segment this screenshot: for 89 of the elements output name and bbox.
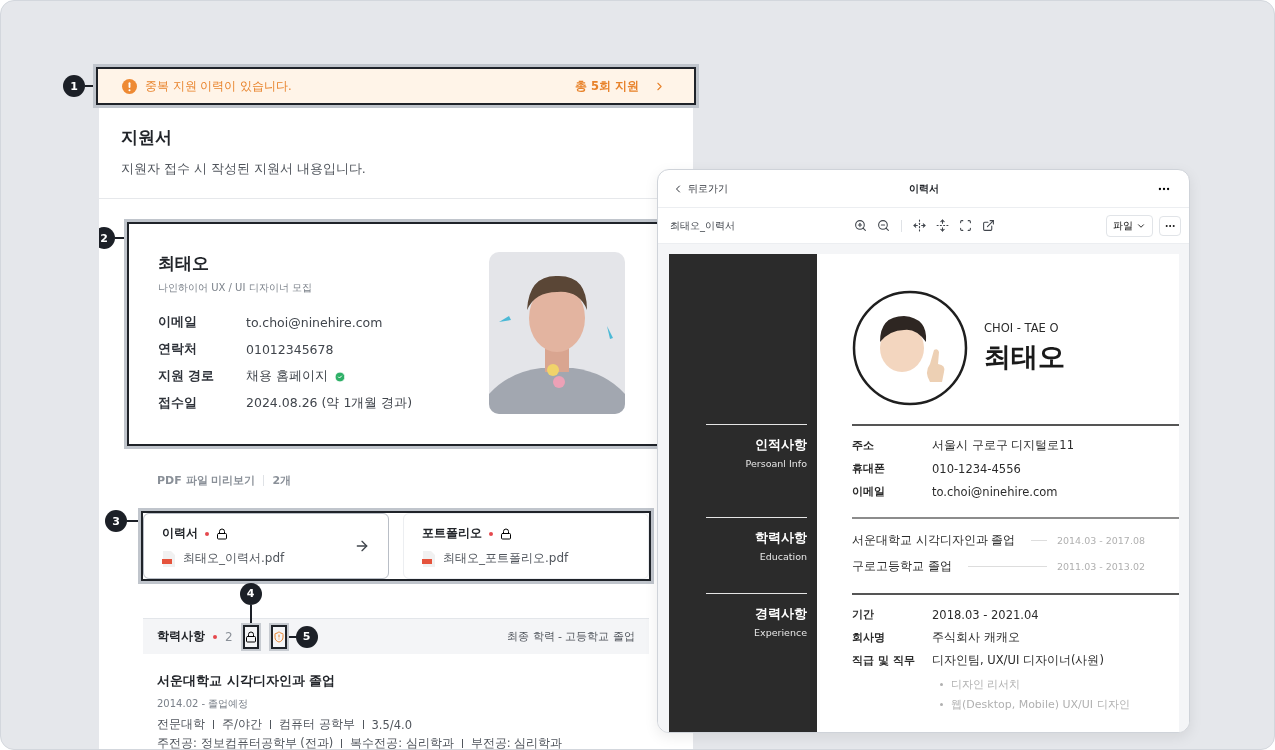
pdf-preview-label: PDF 파일 미리보기 xyxy=(157,473,256,488)
file-card[interactable]: 이력서 최태오_이력서.pdf xyxy=(143,513,389,579)
field-label: 연락처 xyxy=(158,341,198,358)
zoom-out-icon xyxy=(877,219,890,232)
education-dates: 2014.03 - 2017.08 xyxy=(1056,534,1145,546)
field-value: 2024.08.26 (약 1개월 경과) xyxy=(246,395,413,412)
major-detail: 복수전공: 심리학과 xyxy=(350,736,454,749)
zoom-out-button[interactable] xyxy=(875,217,892,234)
resume-field-label: 휴대폰 xyxy=(852,461,886,476)
file-title: 포트폴리오 xyxy=(422,525,482,542)
education-detail: 컴퓨터 공학부 xyxy=(278,717,355,732)
field-value: 01012345678 xyxy=(246,342,334,357)
fit-height-button[interactable] xyxy=(934,217,951,234)
page-subtitle: 지원자 접수 시 작성된 지원서 내용입니다. xyxy=(121,161,367,178)
section-count: 2 xyxy=(225,629,233,644)
file-title: 이력서 xyxy=(162,525,198,542)
duty-item: 디자인 리서치 xyxy=(951,676,1021,692)
resume-field-value: 2018.03 - 2021.04 xyxy=(932,607,1039,622)
shield-alert-icon xyxy=(272,630,285,643)
school-name: 서운대학교 시각디자인과 졸업 xyxy=(157,672,337,690)
zoom-in-icon xyxy=(854,219,867,232)
resume-section-subtitle: Experience xyxy=(754,627,807,638)
document-name: 최태오_이력서 xyxy=(670,218,736,233)
file-menu-button[interactable]: 파일 xyxy=(1106,214,1153,237)
resume-section-title: 경력사항 xyxy=(755,606,807,623)
resume-field-label: 직급 및 직무 xyxy=(852,653,916,668)
resume-field-label: 이메일 xyxy=(852,484,886,499)
resume-field-label: 기간 xyxy=(852,607,875,622)
callout-number: 1 xyxy=(63,75,85,97)
resume-name-english: CHOI - TAE O xyxy=(984,321,1060,335)
education-period: 2014.02 - 졸업예정 xyxy=(157,697,250,711)
field-label: 접수일 xyxy=(158,395,198,412)
zoom-in-button[interactable] xyxy=(852,217,869,234)
resume-field-value: 서울시 구로구 디지털로11 xyxy=(932,438,1074,453)
alert-icon xyxy=(122,78,137,94)
back-link[interactable]: 뒤로가기 xyxy=(672,181,728,196)
job-posting: 나인하이어 UX / UI 디자이너 모집 xyxy=(158,281,313,295)
field-value: to.choi@ninehire.com xyxy=(246,315,383,330)
resume-field-value: 디자인팀, UX/UI 디자이너(사원) xyxy=(932,653,1104,668)
section-title: 학력사항 xyxy=(157,628,205,645)
page-title: 지원서 xyxy=(121,126,173,149)
required-dot xyxy=(213,634,217,639)
pdf-file-icon xyxy=(422,550,435,567)
resume-section-title: 인적사항 xyxy=(755,437,807,454)
major-detail: 주전공: 정보컴퓨터공학부 (전과) xyxy=(157,736,334,749)
major-detail: 부전공: 심리학과 xyxy=(470,736,563,749)
file-name: 최태오_포트폴리오.pdf xyxy=(443,550,569,567)
pdf-count: 2개 xyxy=(272,473,292,488)
fit-page-button[interactable] xyxy=(957,217,974,234)
bullet-dot xyxy=(940,682,943,686)
arrow-right-icon xyxy=(354,538,370,554)
education-detail: 전문대학 xyxy=(157,717,205,732)
resume-field-value: 주식회사 캐캐오 xyxy=(932,630,1020,645)
applicant-name: 최태오 xyxy=(158,252,210,275)
file-name: 최태오_이력서.pdf xyxy=(183,550,285,567)
resume-section-subtitle: Education xyxy=(759,551,807,562)
education-detail: 3.5/4.0 xyxy=(371,717,412,732)
duty-item: 웹(Desktop, Mobile) UX/UI 디자인 xyxy=(951,696,1130,712)
education-dates: 2011.03 - 2013.02 xyxy=(1056,560,1145,572)
resume-field-label: 주소 xyxy=(852,438,875,453)
resume-section-subtitle: Persoanl Info xyxy=(745,458,807,469)
fit-height-icon xyxy=(936,219,949,232)
education-summary: 최종 학력 - 고등학교 졸업 xyxy=(507,629,635,644)
field-value: 채용 홈페이지 xyxy=(246,368,328,385)
lock-icon xyxy=(244,630,257,643)
resume-section-title: 학력사항 xyxy=(755,530,807,547)
education-detail: 주/야간 xyxy=(222,717,262,732)
resume-name: 최태오 xyxy=(984,340,1065,374)
field-label: 지원 경로 xyxy=(158,368,216,385)
education-entry: 서운대학교 시각디자인과 졸업 xyxy=(852,532,1016,548)
education-entry: 구로고등학교 졸업 xyxy=(852,558,952,574)
external-link-icon xyxy=(982,219,995,232)
resume-field-label: 회사명 xyxy=(852,630,886,645)
pdf-file-icon xyxy=(162,550,175,567)
bullet-dot xyxy=(940,702,943,706)
callout-number: 4 xyxy=(239,582,262,605)
callout-number: 5 xyxy=(295,625,318,648)
scan-icon xyxy=(959,219,972,232)
resume-field-value: 010-1234-4556 xyxy=(932,461,1021,476)
open-external-button[interactable] xyxy=(980,217,997,234)
fit-width-icon xyxy=(913,219,926,232)
viewer-title: 이력서 xyxy=(907,181,940,196)
callout-number: 2 xyxy=(99,227,115,249)
resume-field-value: to.choi@ninehire.com xyxy=(932,484,1058,499)
fit-width-button[interactable] xyxy=(911,217,928,234)
file-card[interactable]: 포트폴리오 최태오_포트폴리오.pdf xyxy=(403,513,649,579)
field-label: 이메일 xyxy=(158,314,198,331)
alert-message: 중복 지원 이력이 있습니다. xyxy=(145,78,293,94)
callout-number: 3 xyxy=(105,510,127,532)
